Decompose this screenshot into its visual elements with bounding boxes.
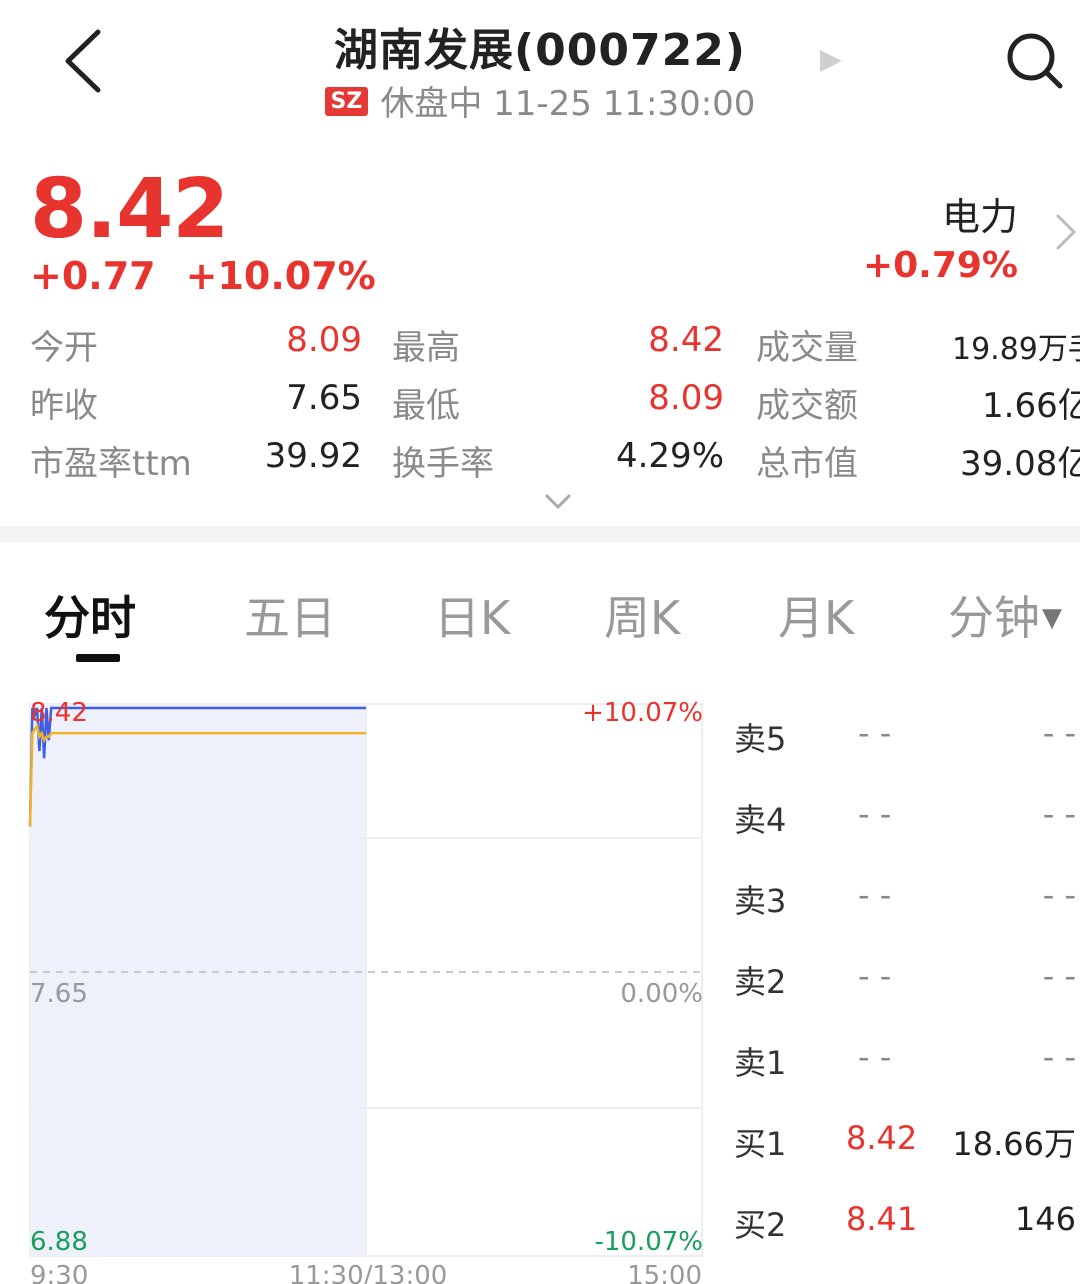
order-level-price: - - <box>858 957 892 995</box>
sector-link[interactable]: 电力 +0.79% <box>863 186 1018 286</box>
y-tick-high: 8.42 <box>30 698 88 728</box>
order-level-label: 卖3 <box>734 882 787 920</box>
order-level-label: 买1 <box>734 1125 787 1163</box>
y-tick-pct-mid: 0.00% <box>620 979 703 1009</box>
order-level-price: - - <box>858 714 892 752</box>
order-level-volume: - - <box>1042 876 1076 914</box>
stat-row: 昨收 7.65 最低 8.09 成交额 1.66亿 <box>0 378 1080 428</box>
y-tick-pct-low: -10.07% <box>594 1227 703 1257</box>
y-tick-mid: 7.65 <box>30 979 88 1009</box>
order-level-price: - - <box>858 1038 892 1076</box>
order-level-label: 卖5 <box>734 720 787 758</box>
current-price: 8.42 <box>30 162 229 257</box>
order-level-volume: - - <box>1042 714 1076 752</box>
stat-label: 昨收 <box>30 386 98 426</box>
x-tick-noon: 11:30/13:00 <box>289 1261 448 1284</box>
sector-change: +0.79% <box>862 245 1018 286</box>
tab-monthly-k[interactable]: 月K <box>778 582 854 648</box>
order-level-volume: 146 <box>1014 1200 1076 1238</box>
order-level-label: 卖2 <box>734 963 787 1001</box>
chevron-right-icon[interactable] <box>1054 212 1078 252</box>
tab-minute-label: 分钟 <box>948 591 1040 645</box>
change-percent: +10.07% <box>185 254 376 298</box>
stat-label: 最高 <box>392 328 460 368</box>
play-icon[interactable] <box>818 48 844 74</box>
stat-label: 总市值 <box>756 444 858 484</box>
order-level-volume: 18.66万 <box>952 1125 1076 1163</box>
stat-value: 4.29% <box>615 436 724 476</box>
tab-weekly-k[interactable]: 周K <box>604 582 680 648</box>
sector-name: 电力 <box>941 195 1018 239</box>
section-divider <box>0 526 1080 542</box>
stat-value: 39.92 <box>264 436 362 476</box>
order-level-price: 8.42 <box>846 1119 918 1157</box>
status-row: SZ 休盘中 11-25 11:30:00 <box>0 76 1080 125</box>
stat-value: 1.66亿 <box>982 386 1080 426</box>
stat-value: 8.42 <box>648 320 724 360</box>
intraday-chart[interactable]: 8.42 7.65 6.88 +10.07% 0.00% -10.07% 9:3… <box>0 688 710 1284</box>
change-amount: +0.77 <box>30 254 156 298</box>
stat-value: 8.09 <box>648 378 724 418</box>
stat-row: 市盈率ttm 39.92 换手率 4.29% 总市值 39.08亿 <box>0 436 1080 486</box>
order-level-volume: - - <box>1042 957 1076 995</box>
order-level-label: 卖4 <box>734 801 787 839</box>
order-level-label: 买2 <box>734 1206 787 1244</box>
search-icon[interactable] <box>1004 30 1064 90</box>
stat-label: 成交额 <box>756 386 858 426</box>
market-badge: SZ <box>324 87 369 116</box>
order-level-volume: - - <box>1042 795 1076 833</box>
order-level-price: 8.41 <box>846 1200 918 1238</box>
x-tick-open: 9:30 <box>30 1261 88 1284</box>
stat-value: 7.65 <box>286 378 362 418</box>
stat-value: 39.08亿 <box>960 444 1080 484</box>
stat-label: 市盈率ttm <box>30 444 192 484</box>
price-change: +0.77 +10.07% <box>30 254 376 298</box>
tab-indicator <box>76 654 120 662</box>
stat-value: 19.89万手 <box>952 332 1080 367</box>
stat-label: 今开 <box>30 328 98 368</box>
tab-five-day[interactable]: 五日 <box>244 582 336 648</box>
stat-label: 换手率 <box>392 444 494 484</box>
order-level-volume: - - <box>1042 1038 1076 1076</box>
tab-intraday[interactable]: 分时 <box>44 582 136 648</box>
stat-label: 成交量 <box>756 328 858 368</box>
caret-down-icon: ▼ <box>1042 603 1062 633</box>
order-level-price: - - <box>858 876 892 914</box>
tab-minute[interactable]: 分钟▼ <box>948 582 1062 648</box>
order-level-price: - - <box>858 795 892 833</box>
stat-label: 最低 <box>392 386 460 426</box>
x-tick-close: 15:00 <box>627 1261 702 1284</box>
tab-daily-k[interactable]: 日K <box>434 582 510 648</box>
stat-row: 今开 8.09 最高 8.42 成交量 19.89万手 <box>0 320 1080 370</box>
stat-value: 8.09 <box>286 320 362 360</box>
order-level-label: 卖1 <box>734 1044 787 1082</box>
market-status: 休盘中 11-25 11:30:00 <box>380 84 756 124</box>
y-tick-pct-high: +10.07% <box>582 698 703 728</box>
chevron-down-icon[interactable] <box>544 492 572 512</box>
y-tick-low: 6.88 <box>30 1227 88 1257</box>
page-title: 湖南发展(000722) <box>334 25 746 76</box>
